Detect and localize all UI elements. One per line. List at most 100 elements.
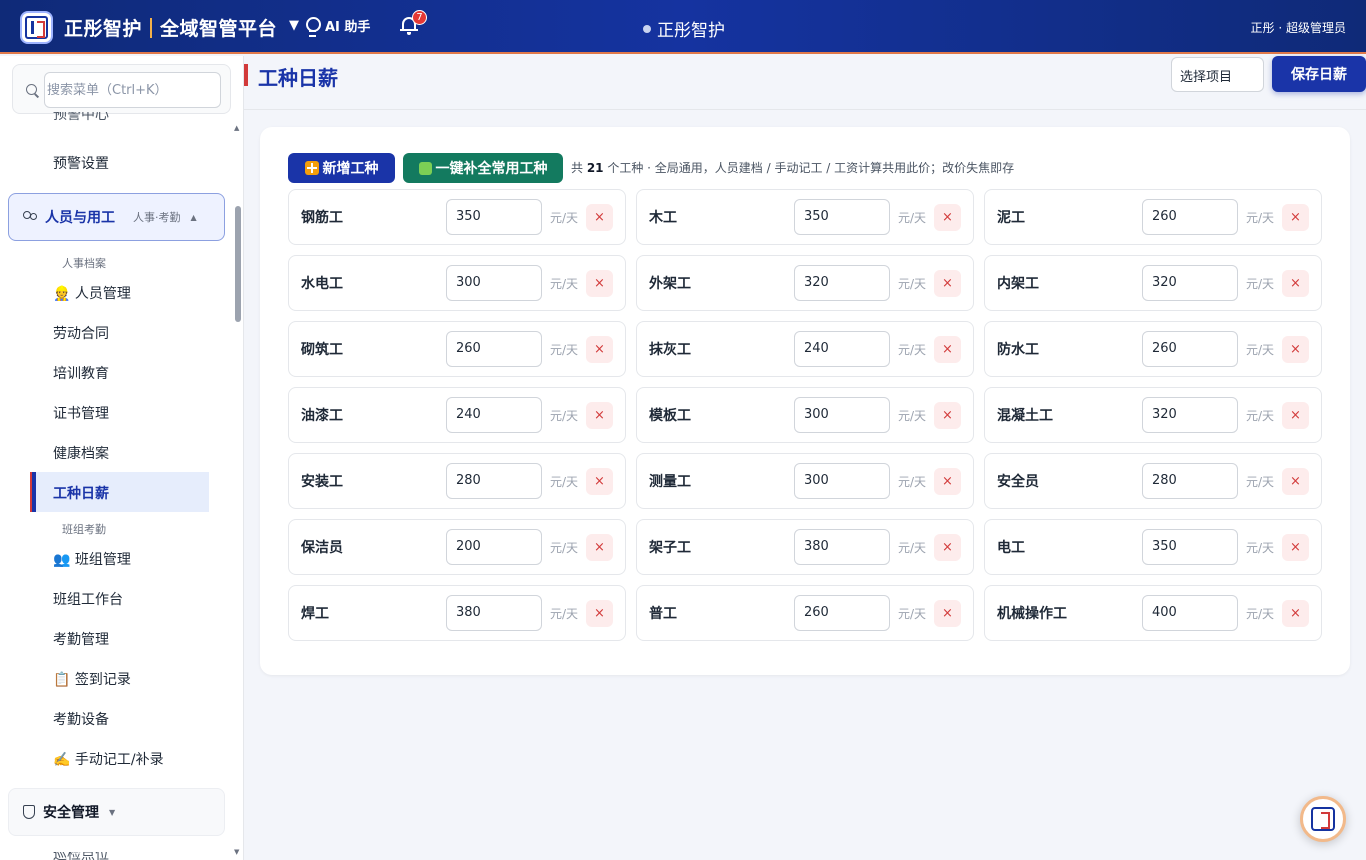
close-icon: × [1290, 276, 1301, 291]
delete-work-type-button[interactable]: × [934, 204, 961, 231]
daily-rate-input[interactable]: 350 [446, 199, 542, 235]
ai-assistant-button[interactable]: AI 助手 [306, 16, 370, 37]
work-type-name: 安装工 [301, 474, 343, 490]
sidebar-item-personnel[interactable]: 👷 人员管理 [53, 283, 131, 303]
delete-work-type-button[interactable]: × [934, 402, 961, 429]
delete-work-type-button[interactable]: × [586, 468, 613, 495]
daily-rate-input[interactable]: 350 [794, 199, 890, 235]
delete-work-type-button[interactable]: × [934, 336, 961, 363]
delete-work-type-button[interactable]: × [586, 534, 613, 561]
delete-work-type-button[interactable]: × [586, 600, 613, 627]
unit-label: 元/天 [898, 277, 927, 291]
work-type-name: 机械操作工 [997, 606, 1067, 622]
work-type-row: 内架工 320 元/天 × [984, 255, 1322, 311]
menu-search-input[interactable] [44, 72, 221, 108]
close-icon: × [1290, 342, 1301, 357]
unit-label: 元/天 [1246, 475, 1275, 489]
work-type-row: 机械操作工 400 元/天 × [984, 585, 1322, 641]
sidebar-item-team-management[interactable]: 👥 班组管理 [53, 549, 131, 569]
delete-work-type-button[interactable]: × [1282, 468, 1309, 495]
user-menu[interactable]: 正彤 · 超级管理员 [1251, 19, 1346, 36]
scroll-up-arrow-icon[interactable]: ▲ [234, 124, 239, 132]
close-icon: × [1290, 540, 1301, 555]
delete-work-type-button[interactable]: × [934, 600, 961, 627]
top-bar: 正彤智护 全域智管平台 ▼ AI 助手 7 正彤智护 正彤 · 超级管理员 [0, 0, 1366, 54]
autofill-work-types-button[interactable]: 一键补全常用工种 [403, 153, 563, 183]
autofill-work-types-label: 一键补全常用工种 [435, 161, 548, 177]
sidebar-item-alert-center[interactable]: 预警中心 [53, 112, 109, 122]
project-select[interactable]: 选择项目 [1171, 57, 1264, 92]
daily-rate-input[interactable]: 320 [1142, 397, 1238, 433]
daily-rate-input[interactable]: 280 [1142, 463, 1238, 499]
work-type-name: 架子工 [649, 540, 691, 556]
add-work-type-button[interactable]: 新增工种 [288, 153, 395, 183]
daily-rate-input[interactable]: 300 [794, 397, 890, 433]
daily-rate-input[interactable]: 200 [446, 529, 542, 565]
section-label-hr: 人事档案 [62, 257, 106, 270]
close-icon: × [594, 210, 605, 225]
daily-rate-input[interactable]: 260 [446, 331, 542, 367]
daily-rate-input[interactable]: 380 [446, 595, 542, 631]
daily-rate-input[interactable]: 350 [1142, 529, 1238, 565]
sidebar-item-daily-wage-label: 工种日薪 [53, 486, 109, 502]
sidebar-item-inspection-points[interactable]: 巡检点位 [53, 852, 109, 860]
sidebar-item-training[interactable]: 培训教育 [53, 363, 109, 383]
brand-title: 正彤智护 全域智管平台 [64, 14, 277, 41]
close-icon: × [1290, 606, 1301, 621]
delete-work-type-button[interactable]: × [1282, 534, 1309, 561]
daily-rate-input[interactable]: 260 [1142, 331, 1238, 367]
delete-work-type-button[interactable]: × [934, 468, 961, 495]
work-type-name: 焊工 [301, 606, 329, 622]
sidebar-item-manual-record[interactable]: ✍️ 手动记工/补录 [53, 749, 164, 769]
delete-work-type-button[interactable]: × [1282, 336, 1309, 363]
delete-work-type-button[interactable]: × [1282, 600, 1309, 627]
daily-rate-input[interactable]: 300 [446, 265, 542, 301]
save-wage-button[interactable]: 保存日薪 [1272, 56, 1366, 92]
floating-assistant-button[interactable] [1300, 796, 1346, 842]
sidebar-item-daily-wage[interactable]: 工种日薪 [32, 472, 209, 512]
sidebar-scrollbar-thumb[interactable] [235, 206, 241, 322]
sidebar-item-attendance-devices[interactable]: 考勤设备 [53, 709, 109, 729]
sidebar-item-alert-settings[interactable]: 预警设置 [53, 153, 109, 173]
brand-logo-icon[interactable] [20, 11, 53, 44]
daily-rate-input[interactable]: 320 [794, 265, 890, 301]
delete-work-type-button[interactable]: × [586, 204, 613, 231]
delete-work-type-button[interactable]: × [586, 336, 613, 363]
sidebar-item-health[interactable]: 健康档案 [53, 443, 109, 463]
delete-work-type-button[interactable]: × [934, 270, 961, 297]
delete-work-type-button[interactable]: × [1282, 204, 1309, 231]
platform-name: 全域智管平台 [160, 18, 278, 40]
sidebar-item-certificates[interactable]: 证书管理 [53, 403, 109, 423]
daily-rate-input[interactable]: 260 [1142, 199, 1238, 235]
close-icon: × [594, 474, 605, 489]
sidebar-group-people[interactable]: 人员与用工 人事·考勤 ▲ [8, 193, 225, 241]
platform-dropdown-caret-icon[interactable]: ▼ [289, 18, 299, 33]
sidebar-item-team-workbench[interactable]: 班组工作台 [53, 589, 123, 609]
sidebar-item-checkin-records[interactable]: 📋 签到记录 [53, 669, 131, 689]
delete-work-type-button[interactable]: × [934, 534, 961, 561]
work-type-name: 内架工 [997, 276, 1039, 292]
daily-rate-input[interactable]: 240 [794, 331, 890, 367]
daily-rate-input[interactable]: 300 [794, 463, 890, 499]
daily-rate-input[interactable]: 400 [1142, 595, 1238, 631]
sidebar-item-attendance[interactable]: 考勤管理 [53, 629, 109, 649]
unit-label: 元/天 [898, 211, 927, 225]
sidebar-item-contracts[interactable]: 劳动合同 [53, 323, 109, 343]
work-type-row: 油漆工 240 元/天 × [288, 387, 626, 443]
sidebar-group-safety[interactable]: 安全管理 ▼ [8, 788, 225, 836]
delete-work-type-button[interactable]: × [1282, 402, 1309, 429]
daily-rate-input[interactable]: 240 [446, 397, 542, 433]
page-title: 工种日薪 [258, 66, 338, 90]
daily-rate-input[interactable]: 380 [794, 529, 890, 565]
unit-label: 元/天 [550, 475, 579, 489]
daily-rate-input[interactable]: 280 [446, 463, 542, 499]
daily-rate-input[interactable]: 320 [1142, 265, 1238, 301]
delete-work-type-button[interactable]: × [586, 270, 613, 297]
work-type-row: 混凝土工 320 元/天 × [984, 387, 1322, 443]
work-type-name: 安全员 [997, 474, 1039, 490]
work-type-name: 电工 [997, 540, 1025, 556]
scroll-down-arrow-icon[interactable]: ▼ [234, 848, 239, 856]
delete-work-type-button[interactable]: × [586, 402, 613, 429]
daily-rate-input[interactable]: 260 [794, 595, 890, 631]
delete-work-type-button[interactable]: × [1282, 270, 1309, 297]
